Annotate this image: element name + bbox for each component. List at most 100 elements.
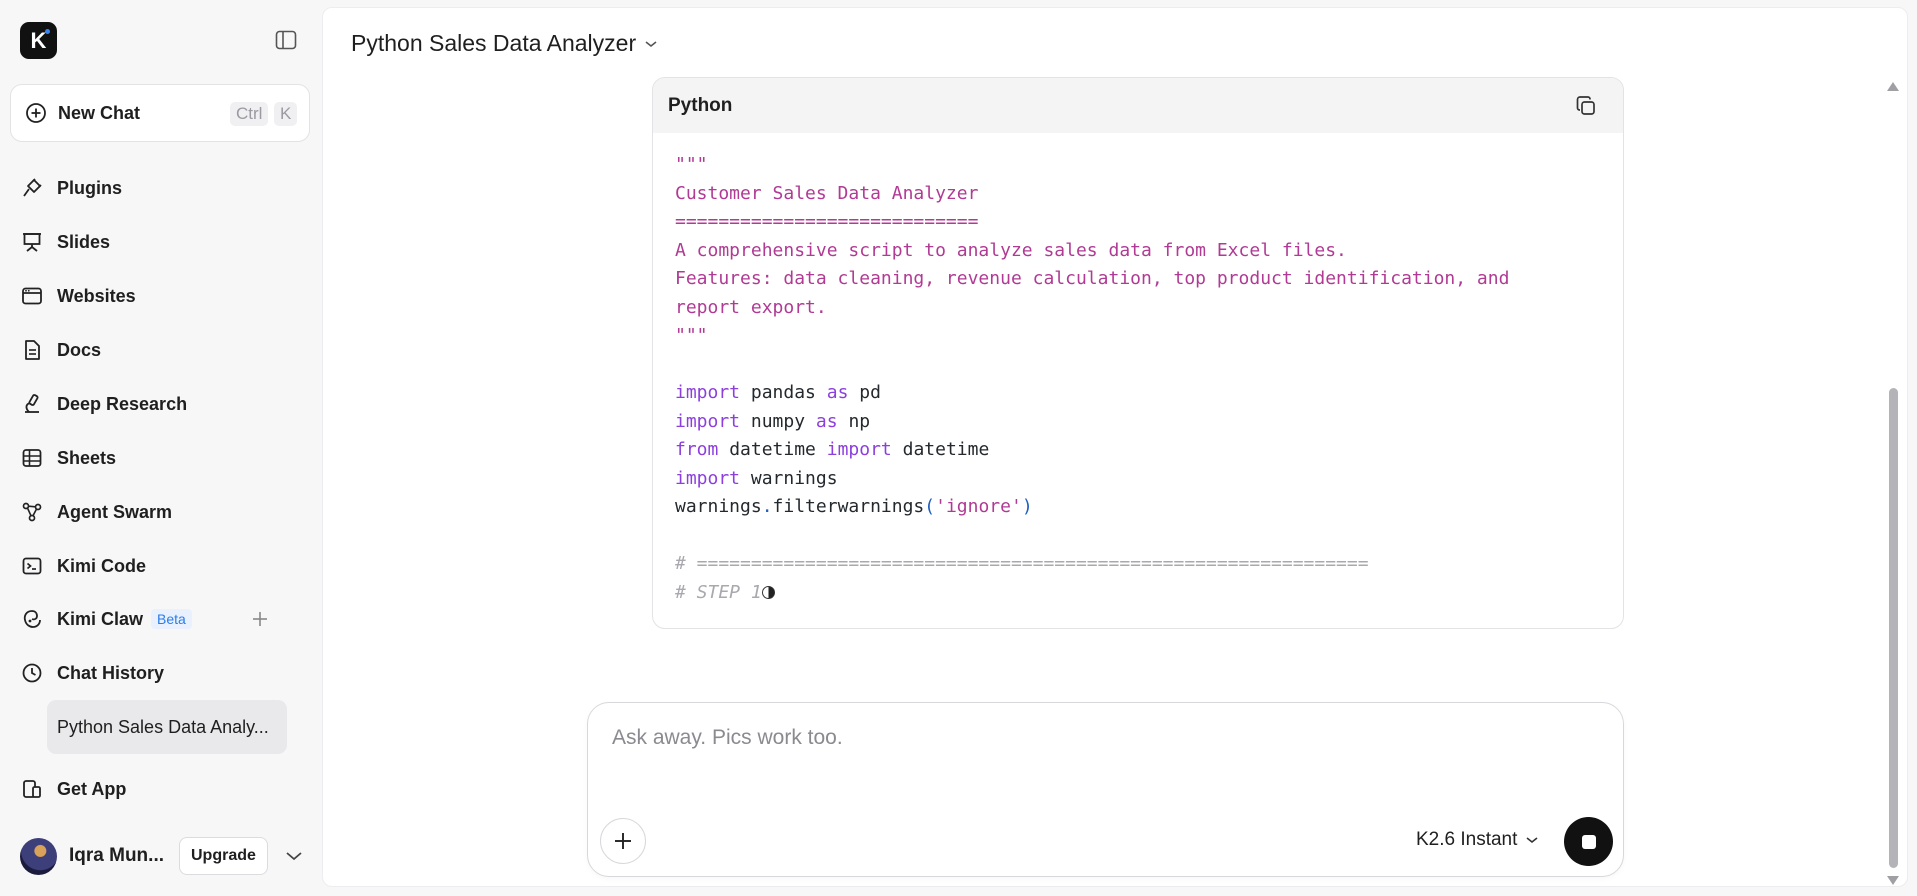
code-line: import warnings [675,465,1601,494]
sidebar-item-kimi-claw[interactable]: Kimi Claw Beta [20,599,300,639]
code-line: ============================ [675,211,979,232]
code-line: warnings.filterwarnings('ignore') [675,493,1601,522]
presentation-icon [20,230,44,254]
page-title: Python Sales Data Analyzer [351,30,637,56]
code-language-label: Python [668,94,733,116]
code-string: 'ignore' [935,496,1022,517]
scroll-down-arrow-icon[interactable] [1887,876,1899,885]
code-token: pd [859,382,881,403]
code-keyword: import [826,439,892,460]
history-item-python-sales[interactable]: Python Sales Data Analy... [47,700,287,754]
main-panel: Python Sales Data Analyzer Python """ Cus… [322,7,1908,887]
chat-title-dropdown[interactable]: Python Sales Data Analyzer [351,30,658,57]
sidebar-item-plugins[interactable]: Plugins [20,168,300,208]
sidebar-item-label: Chat History [57,662,165,683]
sidebar-item-slides[interactable]: Slides [20,222,300,262]
composer: K2.6 Instant [587,702,1624,877]
chevron-down-icon [1525,835,1539,845]
code-header: Python [653,78,1623,133]
sidebar-item-sheets[interactable]: Sheets [20,438,300,478]
code-punctuation: . [761,496,773,517]
code-line: # ======================================… [675,553,1369,574]
sidebar-item-label: Kimi Claw [57,608,144,629]
code-line: """ [675,154,708,175]
add-claw-plus-icon[interactable] [248,607,272,631]
new-chat-label: New Chat [58,102,141,123]
sidebar-item-label: Slides [57,231,111,252]
code-line: # STEP 1 [675,579,1601,608]
message-input[interactable] [610,725,1594,751]
beta-badge: Beta [151,609,192,629]
terminal-icon [20,554,44,578]
clock-icon [20,661,44,685]
code-keyword: as [815,410,838,432]
code-line: ​ [675,522,1601,551]
code-keyword: as [826,382,849,403]
scrollbar[interactable] [1885,82,1901,885]
code-keyword: import [675,410,741,432]
code-token: warnings [675,496,762,517]
sidebar-item-chat-history[interactable]: Chat History [20,653,300,693]
stop-button[interactable] [1564,817,1613,866]
sidebar-item-websites[interactable]: Websites [20,276,300,316]
user-row: Iqra Mun... Upgrade [20,836,310,876]
sidebar-item-label: Sheets [57,447,117,468]
sidebar-item-label: Plugins [57,177,123,198]
plus-circle-icon [24,101,48,125]
user-name[interactable]: Iqra Mun... [69,845,167,867]
code-line: ​ [675,351,1601,380]
sidebar-item-agent-swarm[interactable]: Agent Swarm [20,492,300,532]
sidebar: K New Chat Ctrl K Plugins Slides Website… [0,0,322,896]
browser-window-icon [20,284,44,308]
kimi-logo[interactable]: K [20,22,57,59]
logo-dot [45,29,50,34]
code-line: Features: data cleaning, revenue calcula… [675,268,1510,289]
sidebar-item-docs[interactable]: Docs [20,330,300,370]
shortcut-k: K [274,102,298,126]
get-app-label: Get App [57,778,127,799]
copy-icon[interactable] [1573,93,1599,119]
code-line: """ [675,325,708,346]
claw-icon [20,607,44,631]
code-line: import numpy as np [675,408,1601,437]
sidebar-item-label: Deep Research [57,393,188,414]
code-token: datetime [902,439,990,460]
model-label: K2.6 Instant [1416,829,1518,850]
sidebar-item-get-app[interactable]: Get App [20,769,300,809]
code-line: A comprehensive script to analyze sales … [675,239,1347,261]
chevron-down-icon [644,39,658,49]
document-icon [20,338,44,362]
chevron-down-icon[interactable] [282,844,306,868]
code-comment: # STEP 1 [675,581,762,603]
model-selector[interactable]: K2.6 Instant [1416,829,1539,851]
network-icon [20,500,44,524]
sidebar-item-deep-research[interactable]: Deep Research [20,384,300,424]
sidebar-toggle-icon[interactable] [274,28,298,52]
code-line: from datetime import datetime [675,436,1601,465]
scroll-up-arrow-icon[interactable] [1887,82,1899,91]
new-chat-button[interactable]: New Chat Ctrl K [10,84,310,142]
upgrade-button[interactable]: Upgrade [179,837,268,875]
code-token: warnings [750,467,838,489]
code-line: Customer Sales Data Analyzer [675,182,979,204]
sidebar-item-label: Kimi Code [57,555,147,576]
avatar[interactable] [20,837,57,875]
scroll-thumb[interactable] [1889,388,1898,868]
code-token: numpy [750,410,806,432]
code-content: """ Customer Sales Data Analyzer =========… [653,133,1623,607]
sidebar-item-kimi-code[interactable]: Kimi Code [20,546,300,586]
code-block: Python """ Customer Sales Data Analyzer ==… [652,77,1624,629]
code-token: datetime [729,439,816,460]
attach-plus-icon[interactable] [600,818,646,864]
streaming-cursor-icon [761,585,775,599]
code-keyword: import [675,467,741,489]
device-icon [20,777,44,801]
stop-icon [1581,834,1596,849]
